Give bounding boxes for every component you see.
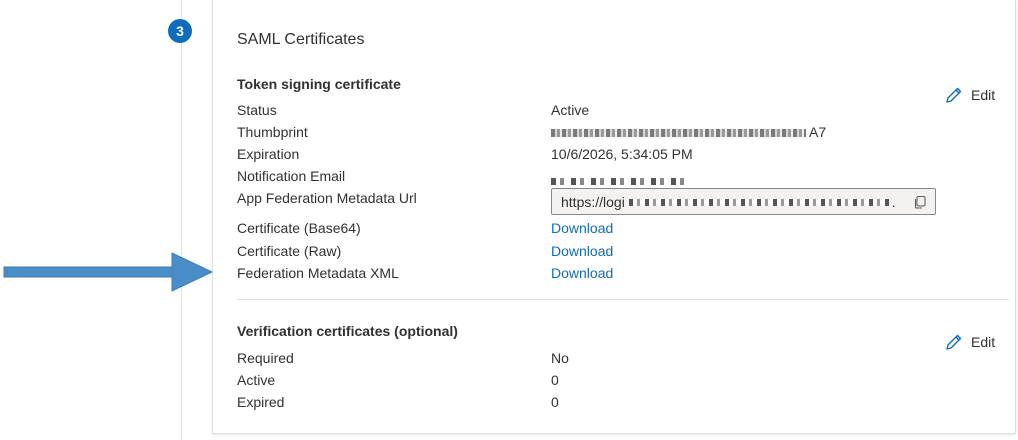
token-signing-edit-button[interactable]: Edit bbox=[945, 86, 995, 104]
federation-metadata-label: Federation Metadata XML bbox=[237, 265, 399, 281]
verification-edit-button[interactable]: Edit bbox=[945, 333, 995, 351]
notification-email-value bbox=[551, 172, 689, 188]
expired-value: 0 bbox=[551, 394, 559, 410]
thumbprint-label: Thumbprint bbox=[237, 124, 308, 140]
notification-email-label: Notification Email bbox=[237, 168, 346, 184]
required-label: Required bbox=[237, 350, 294, 366]
expiration-value: 10/6/2026, 5:34:05 PM bbox=[551, 146, 693, 162]
card-title: SAML Certificates bbox=[237, 31, 365, 48]
step-number-badge: 3 bbox=[168, 19, 192, 43]
status-label: Status bbox=[237, 102, 277, 118]
thumbprint-value: A7 bbox=[551, 124, 826, 140]
cert-raw-label: Certificate (Raw) bbox=[237, 243, 342, 259]
saml-certificates-card: SAML Certificates Token signing certific… bbox=[212, 0, 1016, 434]
email-redacted bbox=[551, 177, 686, 185]
cert-base64-label: Certificate (Base64) bbox=[237, 220, 361, 236]
token-signing-title: Token signing certificate bbox=[237, 76, 401, 92]
verification-title: Verification certificates (optional) bbox=[237, 323, 458, 339]
status-value: Active bbox=[551, 102, 590, 118]
expired-label: Expired bbox=[237, 394, 285, 410]
thumbprint-redacted bbox=[551, 129, 806, 138]
active-value: 0 bbox=[551, 372, 559, 388]
edit-label: Edit bbox=[971, 87, 996, 103]
active-label: Active bbox=[237, 372, 276, 388]
edit-label: Edit bbox=[971, 334, 996, 350]
section-divider bbox=[237, 299, 1009, 300]
download-federation-metadata-link[interactable]: Download bbox=[551, 265, 613, 281]
required-value: No bbox=[551, 350, 569, 366]
expiration-label: Expiration bbox=[237, 146, 300, 162]
pencil-icon bbox=[946, 87, 962, 103]
callout-arrow-icon bbox=[3, 252, 214, 292]
metadata-url-field[interactable]: https://logi . bbox=[551, 188, 936, 215]
download-base64-link[interactable]: Download bbox=[551, 220, 613, 236]
timeline-line bbox=[181, 0, 182, 440]
metadata-url-value: https://logi . bbox=[561, 193, 896, 210]
pencil-icon bbox=[946, 334, 962, 350]
url-redacted bbox=[628, 199, 889, 207]
copy-icon[interactable] bbox=[913, 195, 927, 209]
download-raw-link[interactable]: Download bbox=[551, 243, 613, 259]
metadata-url-label: App Federation Metadata Url bbox=[237, 190, 417, 206]
